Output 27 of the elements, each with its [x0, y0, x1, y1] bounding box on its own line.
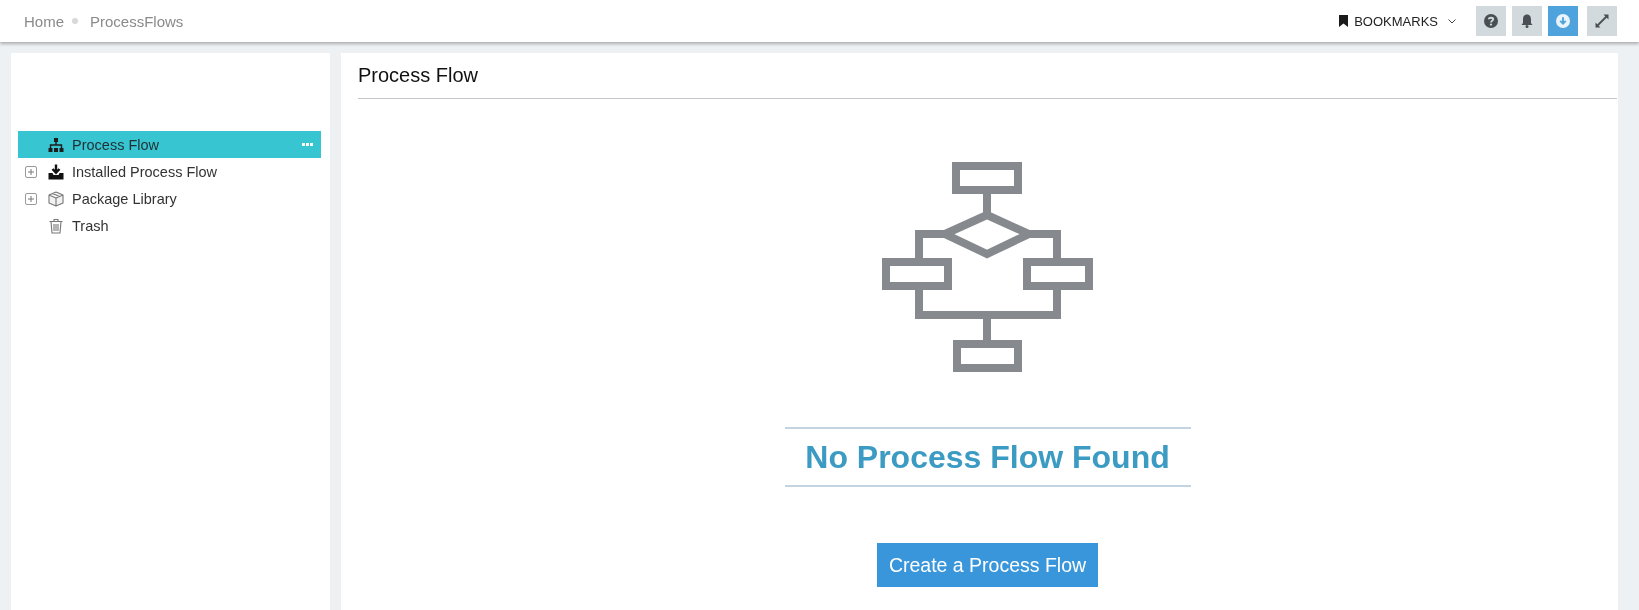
fullscreen-button[interactable]: [1587, 6, 1617, 36]
bookmark-icon: [1339, 15, 1349, 27]
download-icon: [1556, 14, 1570, 28]
empty-state-heading: No Process Flow Found: [784, 427, 1191, 487]
more-icon[interactable]: [302, 143, 313, 146]
tray-download-icon: [48, 163, 64, 180]
sidebar-item[interactable]: Process Flow: [18, 131, 321, 158]
bell-icon: [1520, 14, 1534, 28]
breadcrumb-separator-icon: [72, 18, 78, 24]
download-button[interactable]: [1548, 6, 1578, 36]
package-icon: [48, 190, 64, 207]
expand-icon: [1595, 14, 1609, 28]
breadcrumb-link[interactable]: ProcessFlows: [90, 12, 184, 30]
breadcrumb-link[interactable]: Home: [24, 12, 64, 30]
bookmarks-dropdown[interactable]: BOOKMARKS: [1339, 13, 1456, 29]
help-button[interactable]: [1476, 6, 1506, 36]
panel-title: Process Flow: [358, 53, 1617, 99]
chevron-down-icon: [1448, 18, 1456, 24]
sitemap-icon: [48, 136, 64, 153]
notifications-button[interactable]: [1512, 6, 1542, 36]
expand-plus-icon[interactable]: [25, 192, 37, 205]
sidebar-item[interactable]: Package Library: [18, 185, 321, 212]
sidebar-item[interactable]: Installed Process Flow: [18, 158, 321, 185]
help-icon: [1484, 14, 1498, 28]
trash-icon: [48, 217, 64, 234]
sidebar-item[interactable]: Trash: [18, 212, 321, 239]
expand-plus-icon[interactable]: [25, 165, 37, 178]
